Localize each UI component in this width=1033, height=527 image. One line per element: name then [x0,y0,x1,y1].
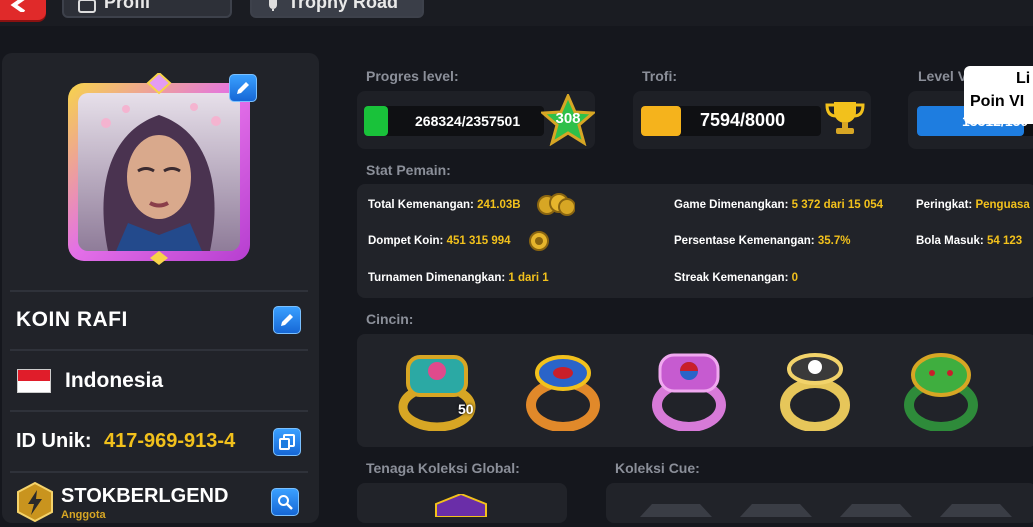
ring-icon [904,353,978,432]
trofi-progress-text: 7594/8000 [700,110,786,130]
tab-trophy-label: Trophy Road [288,0,399,12]
ring-2[interactable] [524,349,602,432]
stat-value: 451 315 994 [446,235,511,247]
trophy-icon [824,100,866,141]
tooltip-line-2: Poin VI [970,93,1025,110]
stat-game-dimenangkan: Game Dimenangkan: 5 372 dari 15 054 [674,199,883,211]
stat-label: Turnamen Dimenangkan: [368,272,506,284]
stat-value: 35.7% [817,235,851,247]
stat-turnamen: Turnamen Dimenangkan: 1 dari 1 [368,272,549,284]
pencil-icon [237,82,249,94]
copy-id-button[interactable] [273,428,301,456]
divider [10,471,308,473]
divider [10,349,308,351]
level-number: 308 [555,110,581,127]
club-name: STOKBERLGEND [61,485,229,507]
stat-value: 5 372 dari 15 054 [791,199,884,211]
stat-dompet-koin: Dompet Koin: 451 315 994 [368,235,511,247]
stat-label: Streak Kemenangan: [674,272,789,284]
back-button[interactable] [0,0,46,20]
pencil-icon [281,314,293,326]
tab-trophy-road[interactable]: Trophy Road [250,0,424,18]
collection-power-badge-icon [434,492,488,522]
back-arrow-icon [10,0,26,12]
ring-green-dragon[interactable] [902,349,980,432]
level-star-badge: 308 [539,92,597,147]
unique-id-value: 417-969-913-4 [104,430,236,452]
tooltip-line-1: Li [1016,70,1031,87]
search-icon [278,495,293,510]
stat-bola-masuk: Bola Masuk: 54 123 [916,235,1033,247]
stat-label: Persentase Kemenangan: [674,235,815,247]
name-edit-button[interactable] [273,306,301,334]
tab-profil-label: Profil [104,0,151,12]
divider [10,290,308,292]
coin-icon [528,230,550,257]
tab-profil[interactable]: Profil [62,0,232,18]
stat-label: Game Dimenangkan: [674,199,789,211]
stat-label: Peringkat: [916,199,973,211]
ring-count: 50 [458,401,474,417]
ring-icon [398,355,476,432]
progres-level-label: Progres level: [366,68,459,84]
stat-value: Penguasa [975,199,1030,211]
koleksi-cue-label: Koleksi Cue: [615,460,700,476]
stat-value: 241.03B [477,199,521,211]
stat-persentase: Persentase Kemenangan: 35.7% [674,235,850,247]
level-progress-text: 268324/2357501 [415,113,521,129]
unique-id-label: ID Unik: [16,430,92,452]
avatar-edit-button[interactable] [229,74,257,102]
stat-value: 1 dari 1 [508,272,549,284]
trofi-progress-fill [641,106,681,136]
stat-pemain-label: Stat Pemain: [366,162,451,178]
avatar[interactable] [66,71,252,265]
indonesia-flag-icon [17,369,51,393]
trophy-small-icon [269,0,277,11]
country-name: Indonesia [65,369,164,392]
stat-label: Dompet Koin: [368,235,444,247]
level-progress-fill [364,106,388,136]
stat-streak: Streak Kemenangan: 0 [674,272,798,284]
ring-icon [780,353,850,432]
tenaga-koleksi-label: Tenaga Koleksi Global: [366,460,520,476]
ring-berlin-legend[interactable]: 50 [398,349,476,432]
vip-tooltip: Li Poin VI [964,66,1033,124]
cue-slot-icons [640,500,1020,522]
club-search-button[interactable] [271,488,299,516]
stat-total-kemenangan: Total Kemenangan: 241.03B [368,199,521,211]
ring-icon [652,353,726,432]
cincin-label: Cincin: [366,311,414,327]
ring-legend-pink[interactable] [650,349,728,432]
club-role: Anggota [61,509,106,521]
stat-label: Bola Masuk: [916,235,984,247]
stat-label: Total Kemenangan: [368,199,474,211]
club-badge-icon [16,481,54,527]
trofi-label: Trofi: [642,68,677,84]
ring-gold-diamond[interactable] [776,349,854,432]
copy-icon [279,434,295,450]
player-name: KOIN RAFI [16,308,128,331]
profile-card-icon [78,0,96,13]
coin-stack-icon [537,192,576,223]
stat-value: 0 [791,272,799,284]
ring-icon [526,355,600,432]
stat-value: 54 123 [986,235,1023,247]
stat-peringkat: Peringkat: Penguasa [916,199,1033,211]
divider [10,410,308,412]
